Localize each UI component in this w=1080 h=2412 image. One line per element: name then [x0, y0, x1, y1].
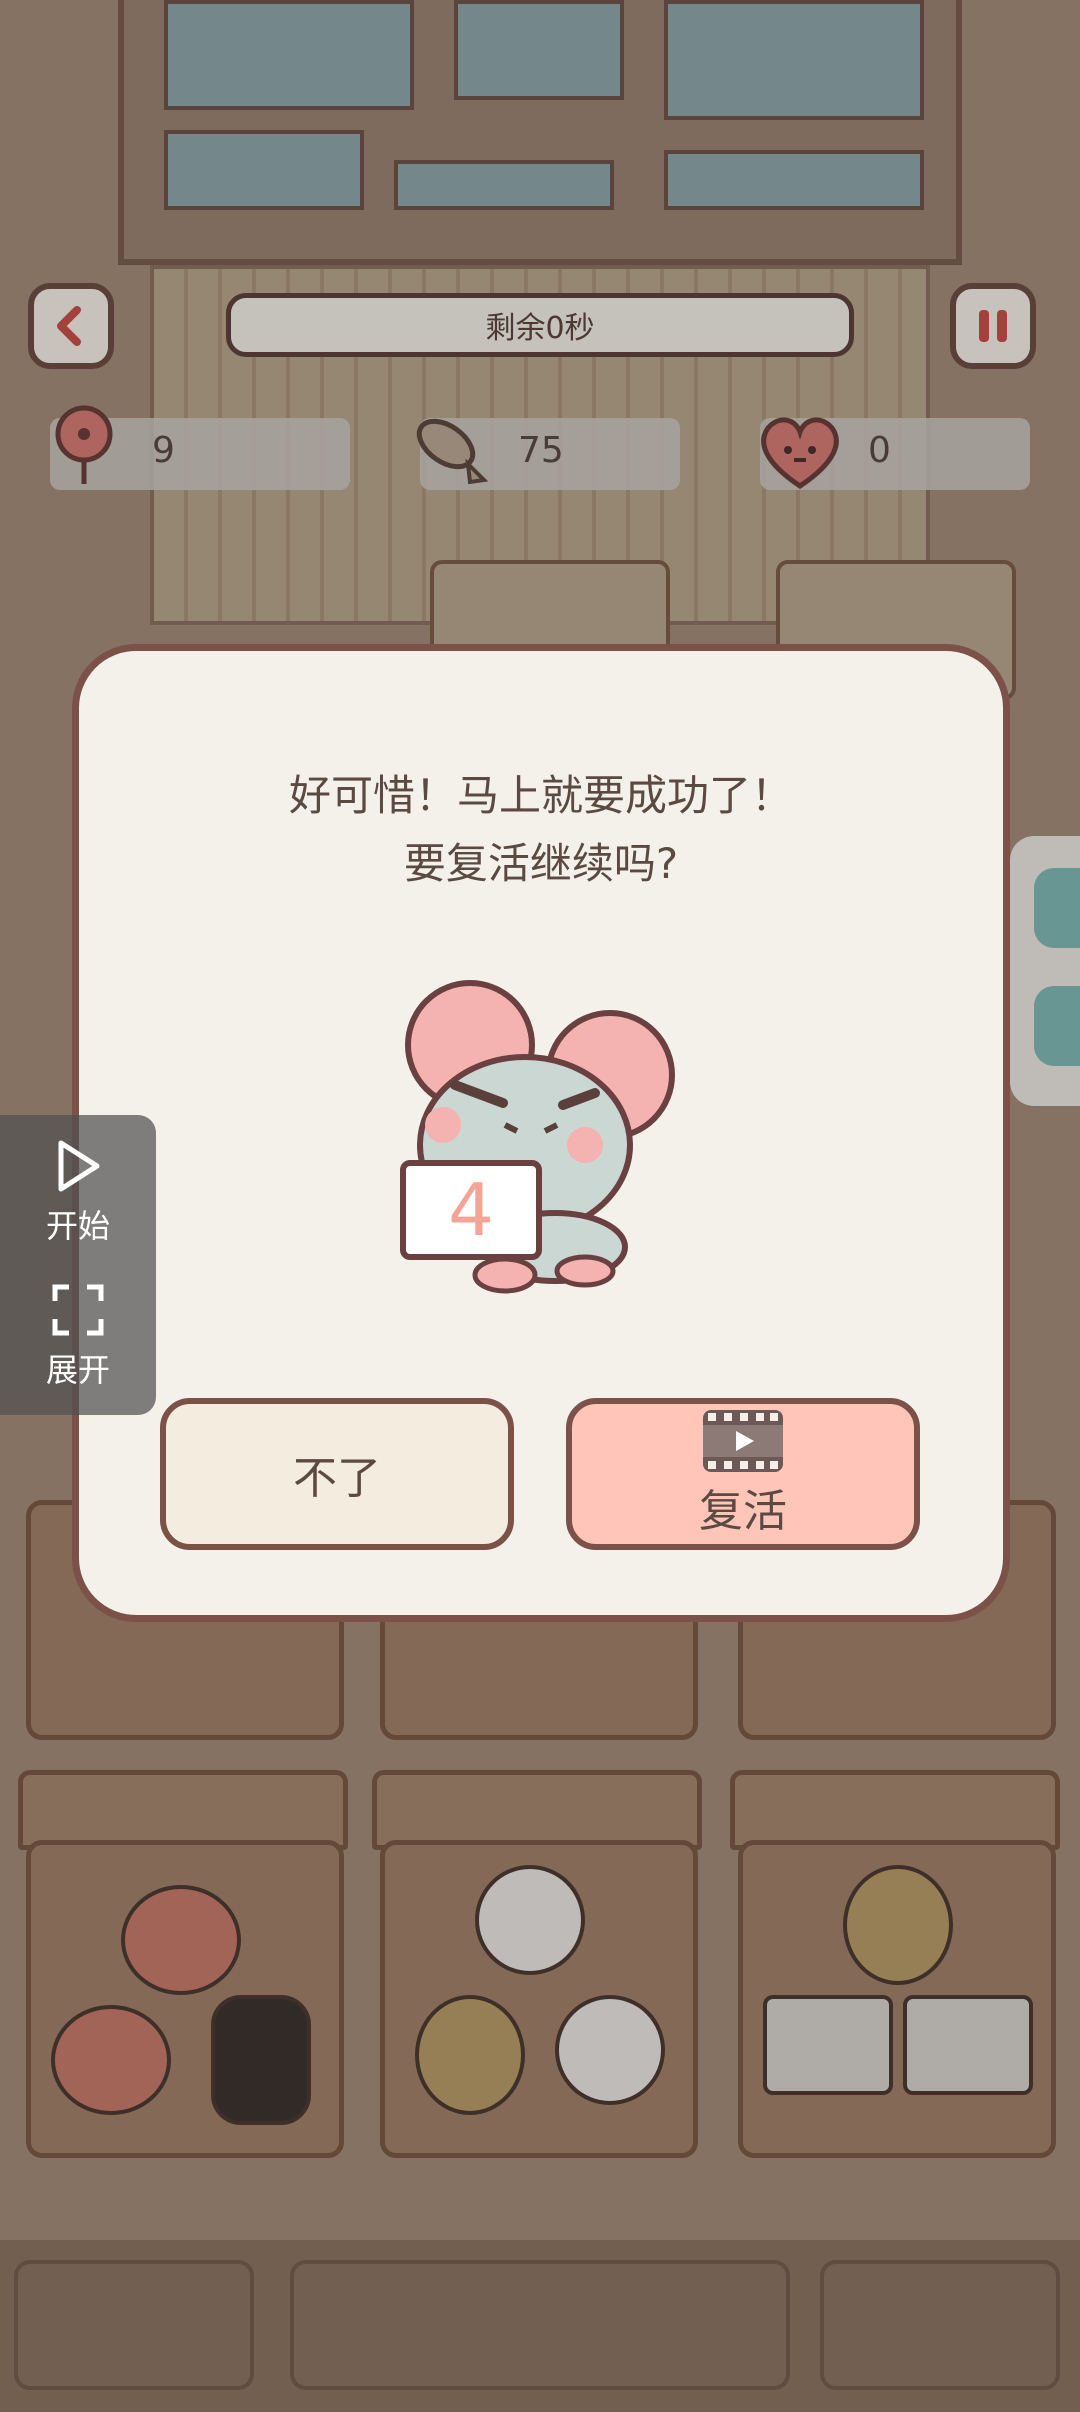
- expand-label: 展开: [45, 1351, 110, 1389]
- expand-icon: [52, 1284, 104, 1336]
- floating-toolbar: 开始 展开: [0, 1115, 156, 1415]
- dialog-message-line1: 好可惜！马上就要成功了！: [288, 771, 793, 820]
- revive-button[interactable]: 复活: [566, 1398, 920, 1550]
- dialog-message-line2: 要复活继续吗?: [403, 839, 679, 888]
- countdown-sign: 4: [400, 1160, 542, 1260]
- video-ad-icon: [703, 1410, 783, 1472]
- play-icon: [58, 1140, 100, 1192]
- countdown-number: 4: [448, 1168, 494, 1252]
- decline-button-label: 不了: [293, 1453, 381, 1504]
- revive-button-label: 复活: [699, 1486, 787, 1537]
- decline-button[interactable]: 不了: [160, 1398, 514, 1550]
- start-label: 开始: [45, 1207, 110, 1245]
- start-tool[interactable]: 开始: [0, 1139, 156, 1247]
- expand-tool[interactable]: 展开: [0, 1283, 156, 1391]
